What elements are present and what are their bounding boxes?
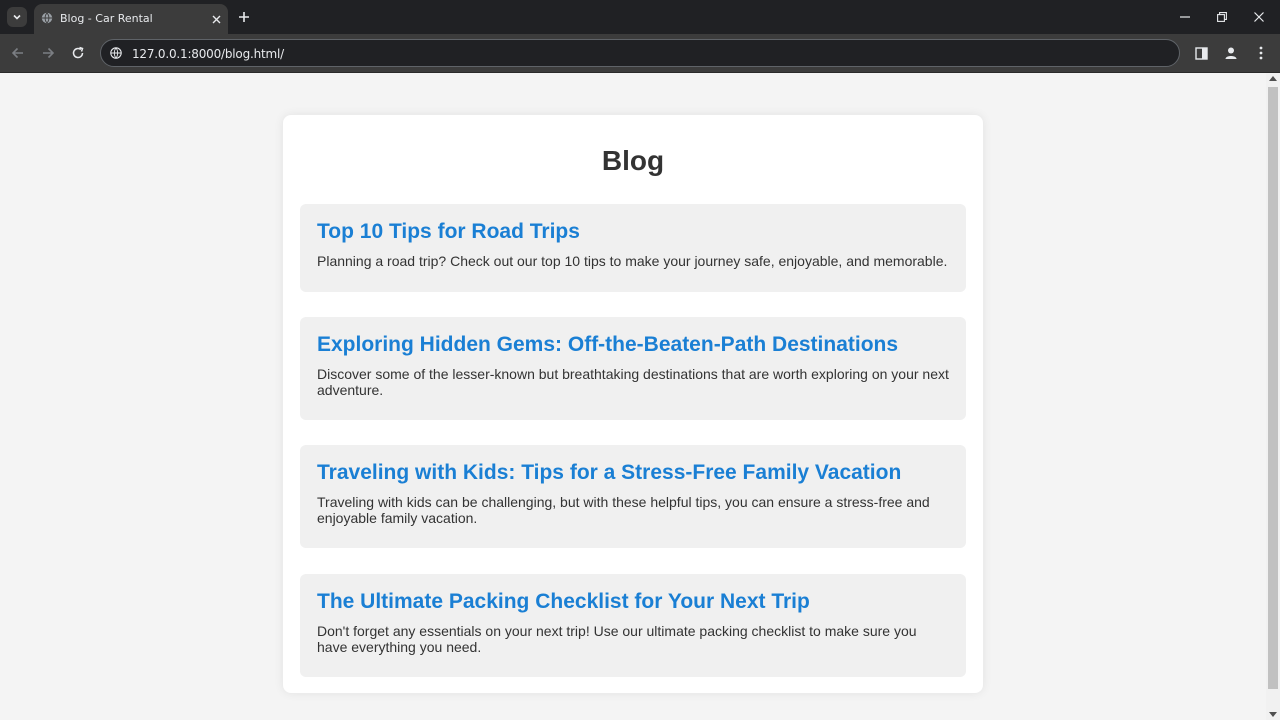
tab-strip: Blog - Car Rental: [0, 0, 1280, 34]
blog-post-excerpt: Traveling with kids can be challenging, …: [317, 494, 930, 526]
blog-post-title-link[interactable]: Exploring Hidden Gems: Off-the-Beaten-Pa…: [317, 333, 949, 357]
reload-button[interactable]: [68, 43, 88, 63]
tab-search-button[interactable]: [7, 7, 27, 27]
blog-post-card: The Ultimate Packing Checklist for Your …: [300, 574, 966, 677]
arrow-left-icon: [11, 47, 23, 59]
tab-title: Blog - Car Rental: [60, 12, 153, 25]
forward-button[interactable]: [38, 43, 58, 63]
browser-menu-button[interactable]: [1252, 44, 1270, 62]
info-icon: [110, 47, 122, 59]
scroll-up-arrow-icon[interactable]: [1269, 76, 1277, 81]
scroll-down-arrow-icon[interactable]: [1269, 712, 1277, 717]
blog-post-title-link[interactable]: The Ultimate Packing Checklist for Your …: [317, 590, 949, 614]
scrollbar-thumb[interactable]: [1268, 87, 1278, 689]
browser-toolbar: 127.0.0.1:8000/blog.html/: [0, 34, 1280, 73]
side-panel-button[interactable]: [1192, 44, 1210, 62]
close-window-button[interactable]: [1250, 8, 1268, 26]
back-button[interactable]: [8, 43, 28, 63]
close-icon: [212, 15, 220, 23]
page-scrollbar[interactable]: [1266, 73, 1280, 720]
url-text[interactable]: 127.0.0.1:8000/blog.html/: [132, 47, 284, 61]
blog-post-card: Traveling with Kids: Tips for a Stress-F…: [300, 445, 966, 548]
address-bar[interactable]: 127.0.0.1:8000/blog.html/: [100, 39, 1180, 67]
kebab-menu-icon: [1259, 46, 1263, 60]
blog-post-excerpt: Planning a road trip? Check out our top …: [317, 253, 948, 269]
blog-post-excerpt: Don't forget any essentials on your next…: [317, 623, 917, 655]
globe-icon: [41, 12, 53, 24]
page-viewport: Blog Top 10 Tips for Road Trips Planning…: [0, 73, 1266, 720]
restore-icon: [1217, 12, 1227, 22]
minimize-icon: [1180, 16, 1190, 18]
blog-post-excerpt: Discover some of the lesser-known but br…: [317, 366, 949, 398]
blog-container: Blog Top 10 Tips for Road Trips Planning…: [283, 115, 983, 693]
blog-post-title-link[interactable]: Traveling with Kids: Tips for a Stress-F…: [317, 461, 949, 485]
close-icon: [1254, 12, 1264, 22]
minimize-button[interactable]: [1176, 8, 1194, 26]
blog-post-card: Top 10 Tips for Road Trips Planning a ro…: [300, 204, 966, 292]
page-title: Blog: [601, 145, 665, 176]
chevron-down-icon: [13, 14, 21, 20]
plus-icon: [239, 12, 249, 22]
reload-icon: [72, 46, 84, 59]
arrow-right-icon: [43, 47, 55, 59]
browser-tab-active[interactable]: Blog - Car Rental: [34, 4, 228, 34]
profile-button[interactable]: [1222, 44, 1240, 62]
side-panel-icon: [1194, 46, 1208, 60]
profile-icon: [1225, 47, 1237, 59]
tab-close-button[interactable]: [208, 11, 224, 27]
restore-button[interactable]: [1213, 8, 1231, 26]
blog-post-title-link[interactable]: Top 10 Tips for Road Trips: [317, 220, 949, 244]
new-tab-button[interactable]: [236, 9, 252, 25]
blog-post-card: Exploring Hidden Gems: Off-the-Beaten-Pa…: [300, 317, 966, 420]
